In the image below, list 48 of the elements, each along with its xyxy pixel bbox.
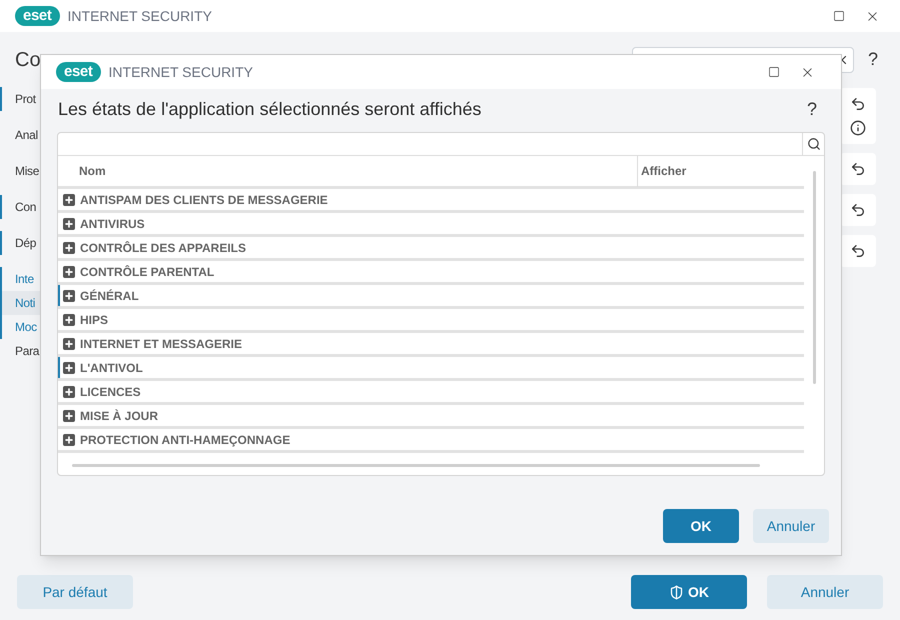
help-button[interactable]: ? xyxy=(868,46,878,73)
undo-icon[interactable] xyxy=(850,243,866,259)
expand-icon[interactable] xyxy=(63,242,75,254)
ok-button[interactable]: OK xyxy=(631,575,747,609)
tree-item[interactable]: HIPS xyxy=(80,310,108,328)
vertical-scrollbar[interactable] xyxy=(813,171,816,384)
undo-icon[interactable] xyxy=(850,202,866,218)
logo: eset xyxy=(56,62,101,82)
expand-icon[interactable] xyxy=(63,338,75,350)
ok-button[interactable]: OK xyxy=(663,509,739,543)
expand-icon[interactable] xyxy=(63,434,75,446)
dialog-heading: Les états de l'application sélectionnés seront affichés xyxy=(58,98,482,121)
column-header[interactable]: Nom xyxy=(58,155,638,187)
shield-icon xyxy=(669,584,684,600)
product-name: INTERNET SECURITY xyxy=(108,62,253,82)
tree-item[interactable]: L'ANTIVOL xyxy=(80,358,143,376)
cancel-button[interactable]: Annuler xyxy=(767,575,883,609)
default-button[interactable]: Par défaut xyxy=(17,575,133,609)
logo: eset xyxy=(15,6,60,26)
tree-item[interactable]: PROTECTION ANTI-HAMEÇONNAGE xyxy=(80,430,290,448)
expand-icon[interactable] xyxy=(63,194,75,206)
tree-item[interactable]: LICENCES xyxy=(80,382,141,400)
maximize-icon[interactable] xyxy=(833,10,845,22)
product-name: INTERNET SECURITY xyxy=(68,6,212,26)
search-icon xyxy=(806,137,820,151)
expand-icon[interactable] xyxy=(63,410,75,422)
expand-icon[interactable] xyxy=(63,218,75,230)
cancel-button[interactable]: Annuler xyxy=(753,509,829,543)
tree-item[interactable]: ANTISPAM DES CLIENTS DE MESSAGERIE xyxy=(80,190,328,208)
expand-icon[interactable] xyxy=(63,290,75,302)
tree-item[interactable]: MISE À JOUR xyxy=(80,406,158,424)
info-icon[interactable] xyxy=(850,120,866,136)
tree-item[interactable]: INTERNET ET MESSAGERIE xyxy=(80,334,242,352)
expand-icon[interactable] xyxy=(63,314,75,326)
tree-item[interactable]: ANTIVIRUS xyxy=(80,214,145,232)
page-title: Co xyxy=(15,48,41,72)
expand-icon[interactable] xyxy=(63,362,75,374)
tree-item[interactable]: CONTRÔLE PARENTAL xyxy=(80,262,214,280)
expand-icon[interactable] xyxy=(63,386,75,398)
expand-icon[interactable] xyxy=(63,266,75,278)
tree-item[interactable]: GÉNÉRAL xyxy=(80,286,139,304)
maximize-icon[interactable] xyxy=(768,66,780,78)
tree-item[interactable]: CONTRÔLE DES APPAREILS xyxy=(80,238,246,256)
undo-icon[interactable] xyxy=(850,161,866,177)
horizontal-scrollbar[interactable] xyxy=(72,464,760,467)
undo-icon[interactable] xyxy=(850,96,866,112)
column-header[interactable]: Afficher xyxy=(638,162,686,180)
help-button[interactable]: ? xyxy=(806,96,817,122)
